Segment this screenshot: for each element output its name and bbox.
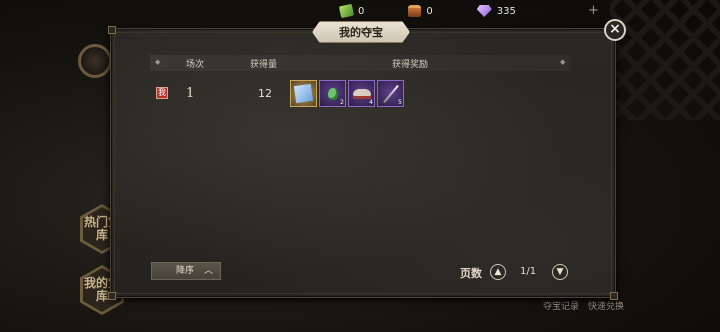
currency-value: 0	[426, 5, 433, 17]
add-currency-plus-icon[interactable]: +	[588, 3, 599, 18]
currency-green-gem: 0	[338, 3, 365, 19]
diamond-icon	[476, 5, 492, 17]
self-badge: 我	[156, 87, 168, 99]
green-gem-icon	[338, 3, 355, 19]
link-treasure-records[interactable]: 夺宝记录	[543, 299, 579, 312]
chevron-up-icon: ︿	[203, 266, 213, 276]
close-button[interactable]: ×	[604, 19, 626, 41]
header-left-ornament-icon: ◆	[155, 58, 161, 66]
header-amount: 获得量	[250, 60, 278, 70]
reward-qty: 4	[369, 99, 373, 106]
header-round: 场次	[186, 60, 205, 70]
background-lattice	[610, 0, 720, 120]
page-label: 页数	[460, 267, 482, 280]
table-row: 我 1 12 2 4 5	[150, 80, 570, 112]
currency-chest: 0	[408, 5, 433, 17]
reward-list: 2 4 5	[290, 80, 404, 107]
reward-qty: 2	[340, 99, 344, 106]
page-prev-button[interactable]: ▲	[490, 264, 506, 280]
treasure-map-icon	[293, 83, 314, 104]
reward-item[interactable]: 2	[319, 80, 346, 107]
row-amount: 12	[258, 87, 272, 100]
corner-ornament	[108, 292, 116, 300]
background-medallion	[78, 44, 112, 78]
bottom-links: 夺宝记录 快速兑换	[543, 299, 624, 312]
corner-ornament	[610, 292, 618, 300]
header-right-ornament-icon: ◆	[560, 58, 566, 66]
panel-title: 我的夺宝	[312, 21, 410, 43]
currency-diamond: 335	[476, 5, 516, 17]
link-quick-exchange[interactable]: 快速兑换	[588, 299, 624, 312]
reward-item[interactable]	[290, 80, 317, 107]
page-indicator: 1/1	[520, 266, 537, 277]
sword-icon	[383, 84, 399, 104]
currency-value: 335	[496, 5, 516, 17]
boots-icon	[353, 89, 371, 99]
chevron-up-icon: ▲	[494, 267, 502, 277]
row-round: 1	[186, 86, 195, 101]
sort-label: 降序	[176, 266, 195, 276]
currency-value: 0	[358, 5, 365, 17]
table-header: ◆ 场次 获得量 获得奖励 ◆	[150, 55, 570, 71]
currency-bar: 0 0 335	[338, 3, 560, 19]
page-next-button[interactable]: ▼	[552, 264, 568, 280]
header-rewards: 获得奖励	[392, 60, 429, 70]
reward-item[interactable]: 4	[348, 80, 375, 107]
reward-qty: 5	[398, 99, 402, 106]
reward-item[interactable]: 5	[377, 80, 404, 107]
sort-order-button[interactable]: 降序 ︿	[151, 262, 221, 280]
green-potion-icon	[328, 88, 338, 100]
treasure-chest-icon	[408, 5, 422, 17]
corner-ornament	[108, 26, 116, 34]
chevron-down-icon: ▼	[556, 267, 564, 277]
